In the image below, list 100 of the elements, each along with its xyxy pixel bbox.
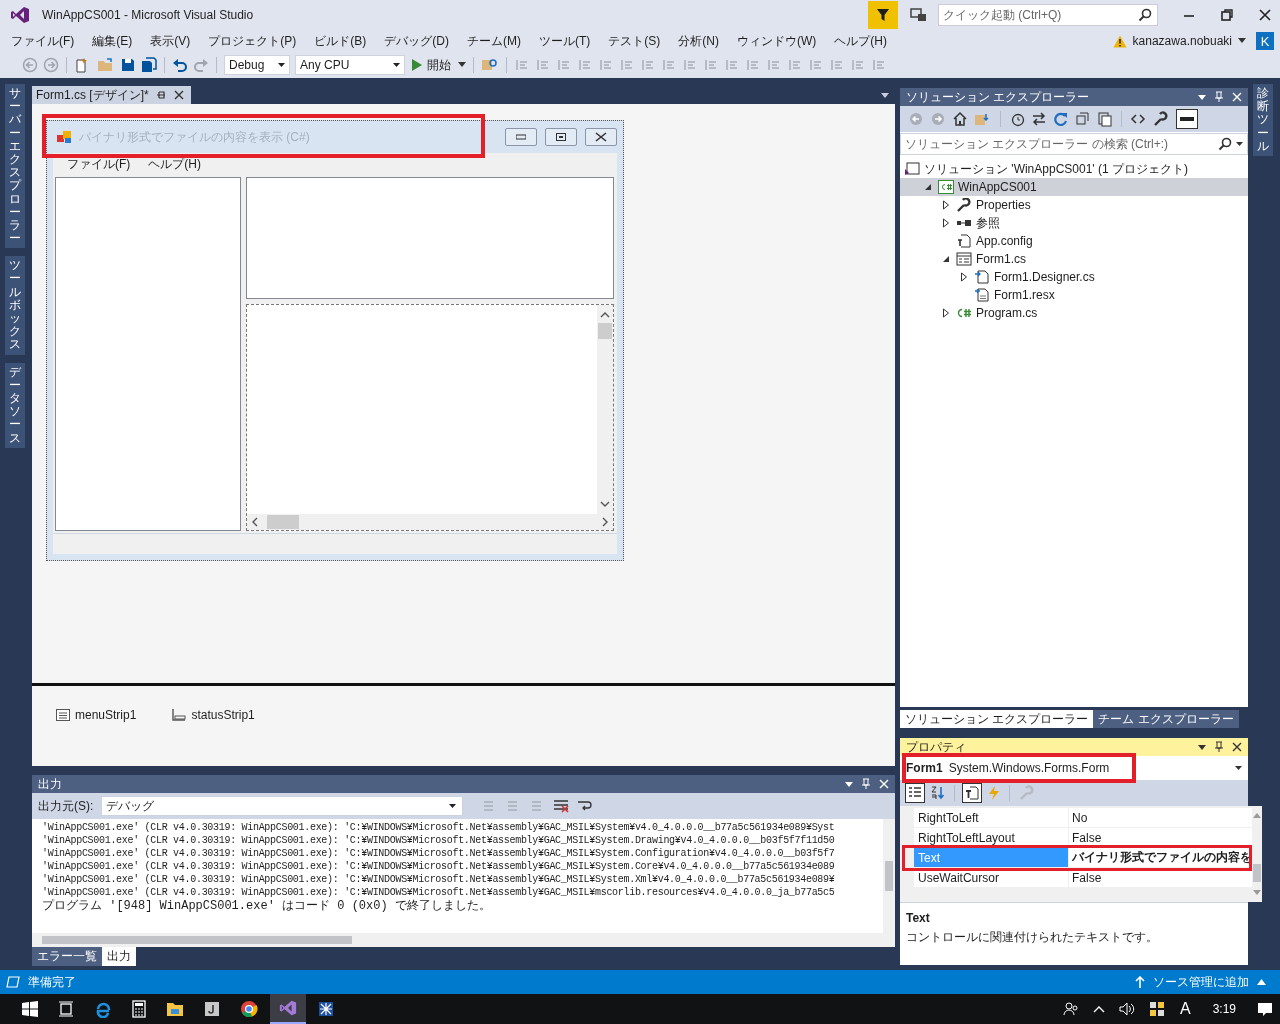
menu-item[interactable]: チーム(M)	[460, 32, 528, 50]
scroll-thumb[interactable]	[885, 861, 893, 891]
menu-item[interactable]: プロジェクト(P)	[201, 32, 304, 50]
text-box[interactable]	[246, 177, 614, 299]
restore-icon[interactable]	[1220, 8, 1234, 22]
tree-item[interactable]: ソリューション 'WinAppCS001' (1 プロジェクト)	[900, 160, 1248, 178]
caret-icon[interactable]	[1198, 94, 1206, 100]
property-value[interactable]: False	[1069, 828, 1252, 847]
tree-item[interactable]: Program.cs	[900, 304, 1248, 322]
switch-views-icon[interactable]	[974, 111, 992, 127]
scroll-down-icon[interactable]	[600, 500, 610, 508]
close-button[interactable]	[585, 128, 617, 146]
menu-item[interactable]: ビルド(B)	[307, 32, 374, 50]
scroll-thumb[interactable]	[598, 323, 612, 339]
platform-dropdown[interactable]: Any CPU	[295, 55, 405, 75]
menu-item[interactable]: ツール(T)	[532, 32, 598, 50]
scroll-right-icon[interactable]	[601, 517, 609, 527]
properties-icon[interactable]	[963, 784, 981, 802]
panel-tab[interactable]: 出力	[102, 947, 136, 966]
quick-launch-field[interactable]: クイック起動 (Ctrl+Q)	[938, 4, 1158, 26]
collapsed-arrow-icon[interactable]	[958, 271, 970, 283]
browser-icon[interactable]	[94, 1000, 112, 1018]
preview-icon[interactable]	[1176, 109, 1198, 129]
scroll-thumb[interactable]	[267, 515, 299, 529]
scroll-left-icon[interactable]	[251, 517, 259, 527]
configuration-dropdown[interactable]: Debug	[224, 55, 290, 75]
sync-icon[interactable]	[1031, 111, 1047, 127]
save-all-icon[interactable]	[141, 57, 157, 73]
property-row[interactable]: RightToLeftLayout False	[914, 828, 1252, 848]
input-method-indicator[interactable]: A	[1179, 1000, 1191, 1018]
folder-icon[interactable]	[166, 1001, 184, 1017]
search-field[interactable]: ソリューション エクスプローラー の検索 (Ctrl+:)	[900, 133, 1248, 155]
vertical-scrollbar[interactable]	[1252, 806, 1262, 902]
menu-item[interactable]: デバッグ(D)	[377, 32, 456, 50]
panel-tab[interactable]: ソリューション エクスプローラー	[900, 710, 1094, 728]
side-tab[interactable]: ツールボックス	[5, 256, 25, 355]
start-icon[interactable]	[22, 1001, 38, 1017]
people-icon[interactable]	[1062, 1001, 1079, 1017]
find-icon[interactable]	[481, 57, 499, 73]
volume-icon[interactable]	[1118, 1002, 1135, 1016]
menu-item[interactable]: ヘルプ(H)	[827, 32, 894, 50]
tree-item[interactable]: App.config	[900, 232, 1248, 250]
component-name[interactable]: statusStrip1	[191, 708, 255, 722]
property-value[interactable]: False	[1069, 868, 1252, 887]
panel-tab[interactable]: チーム エクスプローラー	[1093, 710, 1239, 728]
vertical-scrollbar[interactable]	[883, 819, 895, 933]
clock[interactable]: 3:19	[1212, 1002, 1236, 1016]
task-view-icon[interactable]	[58, 1001, 74, 1017]
close-icon[interactable]	[172, 89, 185, 101]
tree-item[interactable]: Form1.resx	[900, 286, 1248, 304]
scroll-thumb[interactable]	[42, 936, 352, 944]
menu-item[interactable]: ウィンドウ(W)	[730, 32, 824, 50]
taskbar-button[interactable]	[270, 994, 306, 1024]
side-tab[interactable]: 診断ツール	[1253, 84, 1273, 156]
menu-item[interactable]: テスト(S)	[601, 32, 668, 50]
chrome-icon[interactable]	[240, 1000, 258, 1018]
caret-icon[interactable]	[458, 62, 466, 68]
caret-icon[interactable]	[1235, 766, 1242, 770]
start-button[interactable]: 開始	[410, 56, 453, 74]
side-tab[interactable]: サーバーエクスプローラー	[5, 84, 25, 249]
maximize-button[interactable]	[545, 128, 577, 146]
document-tab[interactable]: Form1.cs [デザイン]*	[32, 86, 191, 104]
open-folder-icon[interactable]	[97, 57, 115, 73]
word-wrap-icon[interactable]	[577, 799, 594, 813]
chevron-up-icon[interactable]	[1092, 1005, 1105, 1013]
collapsed-arrow-icon[interactable]	[940, 199, 952, 211]
categorized-icon[interactable]	[906, 784, 924, 802]
side-tab[interactable]: データソース	[5, 362, 25, 448]
show-all-files-icon[interactable]	[1097, 111, 1113, 127]
tree-item[interactable]: Form1.Designer.cs	[900, 268, 1248, 286]
caret-icon[interactable]	[1238, 38, 1246, 44]
component-name[interactable]: menuStrip1	[75, 708, 137, 722]
app-icon[interactable]	[204, 1001, 220, 1017]
tree-item[interactable]: Properties	[900, 196, 1248, 214]
property-row[interactable]: RightToLeft No	[914, 808, 1252, 828]
menu-item[interactable]: 編集(E)	[85, 32, 140, 50]
home-icon[interactable]	[952, 111, 968, 127]
notification-icon[interactable]	[1257, 1001, 1273, 1017]
account-name[interactable]: kanazawa.nobuaki	[1132, 34, 1232, 48]
menu-item[interactable]: ファイル(F)	[4, 32, 82, 50]
app-icon[interactable]	[318, 1001, 334, 1017]
source-dropdown[interactable]: デバッグ	[101, 796, 464, 816]
menu-item[interactable]: 分析(N)	[671, 32, 726, 50]
clock-icon[interactable]	[1009, 111, 1025, 127]
caret-icon[interactable]	[881, 92, 889, 98]
refresh-icon[interactable]	[1053, 111, 1069, 127]
close-icon[interactable]	[1232, 742, 1242, 752]
feedback-icon[interactable]	[910, 7, 928, 23]
horizontal-scrollbar[interactable]	[32, 933, 895, 947]
close-icon[interactable]	[1258, 8, 1272, 22]
account-avatar[interactable]: K	[1256, 32, 1274, 50]
minimize-button[interactable]	[505, 128, 537, 146]
scroll-thumb[interactable]	[1253, 864, 1261, 882]
clear-all-icon[interactable]	[553, 799, 570, 813]
source-control-link[interactable]: ソース管理に追加	[1153, 973, 1249, 991]
pin-icon[interactable]	[1214, 741, 1224, 753]
pin-icon[interactable]	[154, 89, 167, 101]
scroll-up-icon[interactable]	[600, 311, 610, 319]
collapsed-arrow-icon[interactable]	[940, 307, 952, 319]
menu-item[interactable]: 表示(V)	[143, 32, 198, 50]
